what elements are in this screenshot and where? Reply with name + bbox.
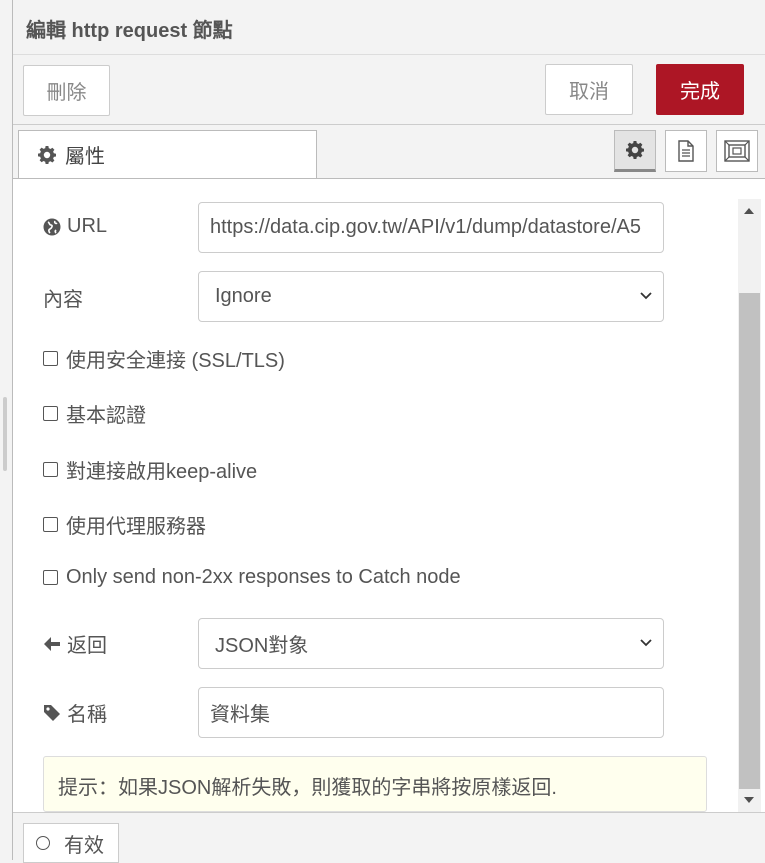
url-label-text: URL bbox=[67, 215, 108, 237]
proxy-checkbox[interactable] bbox=[43, 517, 58, 532]
tab-bar: 屬性 bbox=[13, 125, 765, 179]
arrow-left-icon bbox=[44, 636, 60, 651]
proxy-option[interactable]: 使用代理服務器 bbox=[43, 510, 206, 539]
tls-checkbox[interactable] bbox=[43, 351, 58, 366]
name-input[interactable]: 資料集 bbox=[198, 687, 664, 738]
action-bar: 刪除 取消 完成 bbox=[13, 55, 765, 125]
appearance-tab-button[interactable] bbox=[716, 130, 758, 172]
gear-icon bbox=[38, 145, 56, 164]
catch-option-label: Only send non-2xx responses to Catch nod… bbox=[66, 566, 461, 588]
scrollbar[interactable] bbox=[738, 199, 761, 812]
document-icon bbox=[678, 140, 694, 162]
catch-checkbox[interactable] bbox=[43, 570, 58, 585]
basic-auth-option-label: 基本認證 bbox=[66, 405, 146, 427]
keepalive-option-label: 對連接啟用keep-alive bbox=[66, 461, 258, 483]
chevron-down-icon bbox=[640, 292, 652, 300]
enabled-label: 有效 bbox=[64, 834, 104, 857]
scroll-down-arrow[interactable] bbox=[744, 797, 754, 803]
globe-icon bbox=[43, 218, 61, 235]
basic-auth-checkbox[interactable] bbox=[43, 406, 58, 421]
gear-icon bbox=[626, 141, 644, 159]
done-button[interactable]: 完成 bbox=[656, 64, 744, 115]
scroll-thumb[interactable] bbox=[739, 293, 760, 789]
tls-option[interactable]: 使用安全連接 (SSL/TLS) bbox=[43, 344, 285, 373]
return-label: 返回 bbox=[43, 629, 107, 658]
tab-properties[interactable]: 屬性 bbox=[18, 130, 317, 178]
proxy-option-label: 使用代理服務器 bbox=[66, 516, 206, 538]
cancel-button[interactable]: 取消 bbox=[545, 64, 633, 115]
description-tab-button[interactable] bbox=[665, 130, 707, 172]
chevron-down-icon bbox=[640, 639, 652, 647]
settings-tab-button[interactable] bbox=[614, 130, 656, 172]
tag-icon bbox=[44, 704, 60, 721]
circle-icon bbox=[36, 836, 50, 850]
tls-option-label: 使用安全連接 (SSL/TLS) bbox=[66, 350, 285, 372]
method-select-value: Ignore bbox=[215, 285, 272, 307]
properties-panel: URL https://data.cip.gov.tw/API/v1/dump/… bbox=[13, 179, 765, 812]
enabled-toggle[interactable]: 有效 bbox=[23, 823, 119, 863]
tray-title: 編輯 http request 節點 bbox=[26, 20, 233, 42]
json-parse-tip: 提示：如果JSON解析失敗，則獲取的字串將按原樣返回. bbox=[43, 756, 707, 812]
tab-properties-label: 屬性 bbox=[65, 146, 105, 168]
delete-button[interactable]: 刪除 bbox=[23, 65, 110, 116]
scroll-up-arrow[interactable] bbox=[744, 208, 754, 214]
frame-icon bbox=[724, 140, 750, 162]
tray-header: 編輯 http request 節點 bbox=[13, 0, 765, 55]
tray-footer: 有效 bbox=[13, 812, 765, 863]
basic-auth-option[interactable]: 基本認證 bbox=[43, 399, 146, 428]
return-select[interactable]: JSON對象 bbox=[198, 618, 664, 669]
catch-option[interactable]: Only send non-2xx responses to Catch nod… bbox=[43, 566, 461, 589]
edit-tray: 編輯 http request 節點 刪除 取消 完成 屬性 URL https… bbox=[12, 0, 765, 863]
method-select[interactable]: Ignore bbox=[198, 271, 664, 322]
return-select-value: JSON對象 bbox=[215, 635, 309, 657]
keepalive-checkbox[interactable] bbox=[43, 462, 58, 477]
keepalive-option[interactable]: 對連接啟用keep-alive bbox=[43, 455, 257, 484]
method-label: 內容 bbox=[43, 289, 83, 311]
name-label-text: 名稱 bbox=[67, 704, 107, 726]
url-input[interactable]: https://data.cip.gov.tw/API/v1/dump/data… bbox=[198, 202, 664, 253]
resize-handle[interactable] bbox=[3, 397, 7, 471]
return-label-text: 返回 bbox=[67, 635, 107, 657]
name-label: 名稱 bbox=[43, 698, 107, 727]
url-label: URL bbox=[43, 215, 107, 238]
